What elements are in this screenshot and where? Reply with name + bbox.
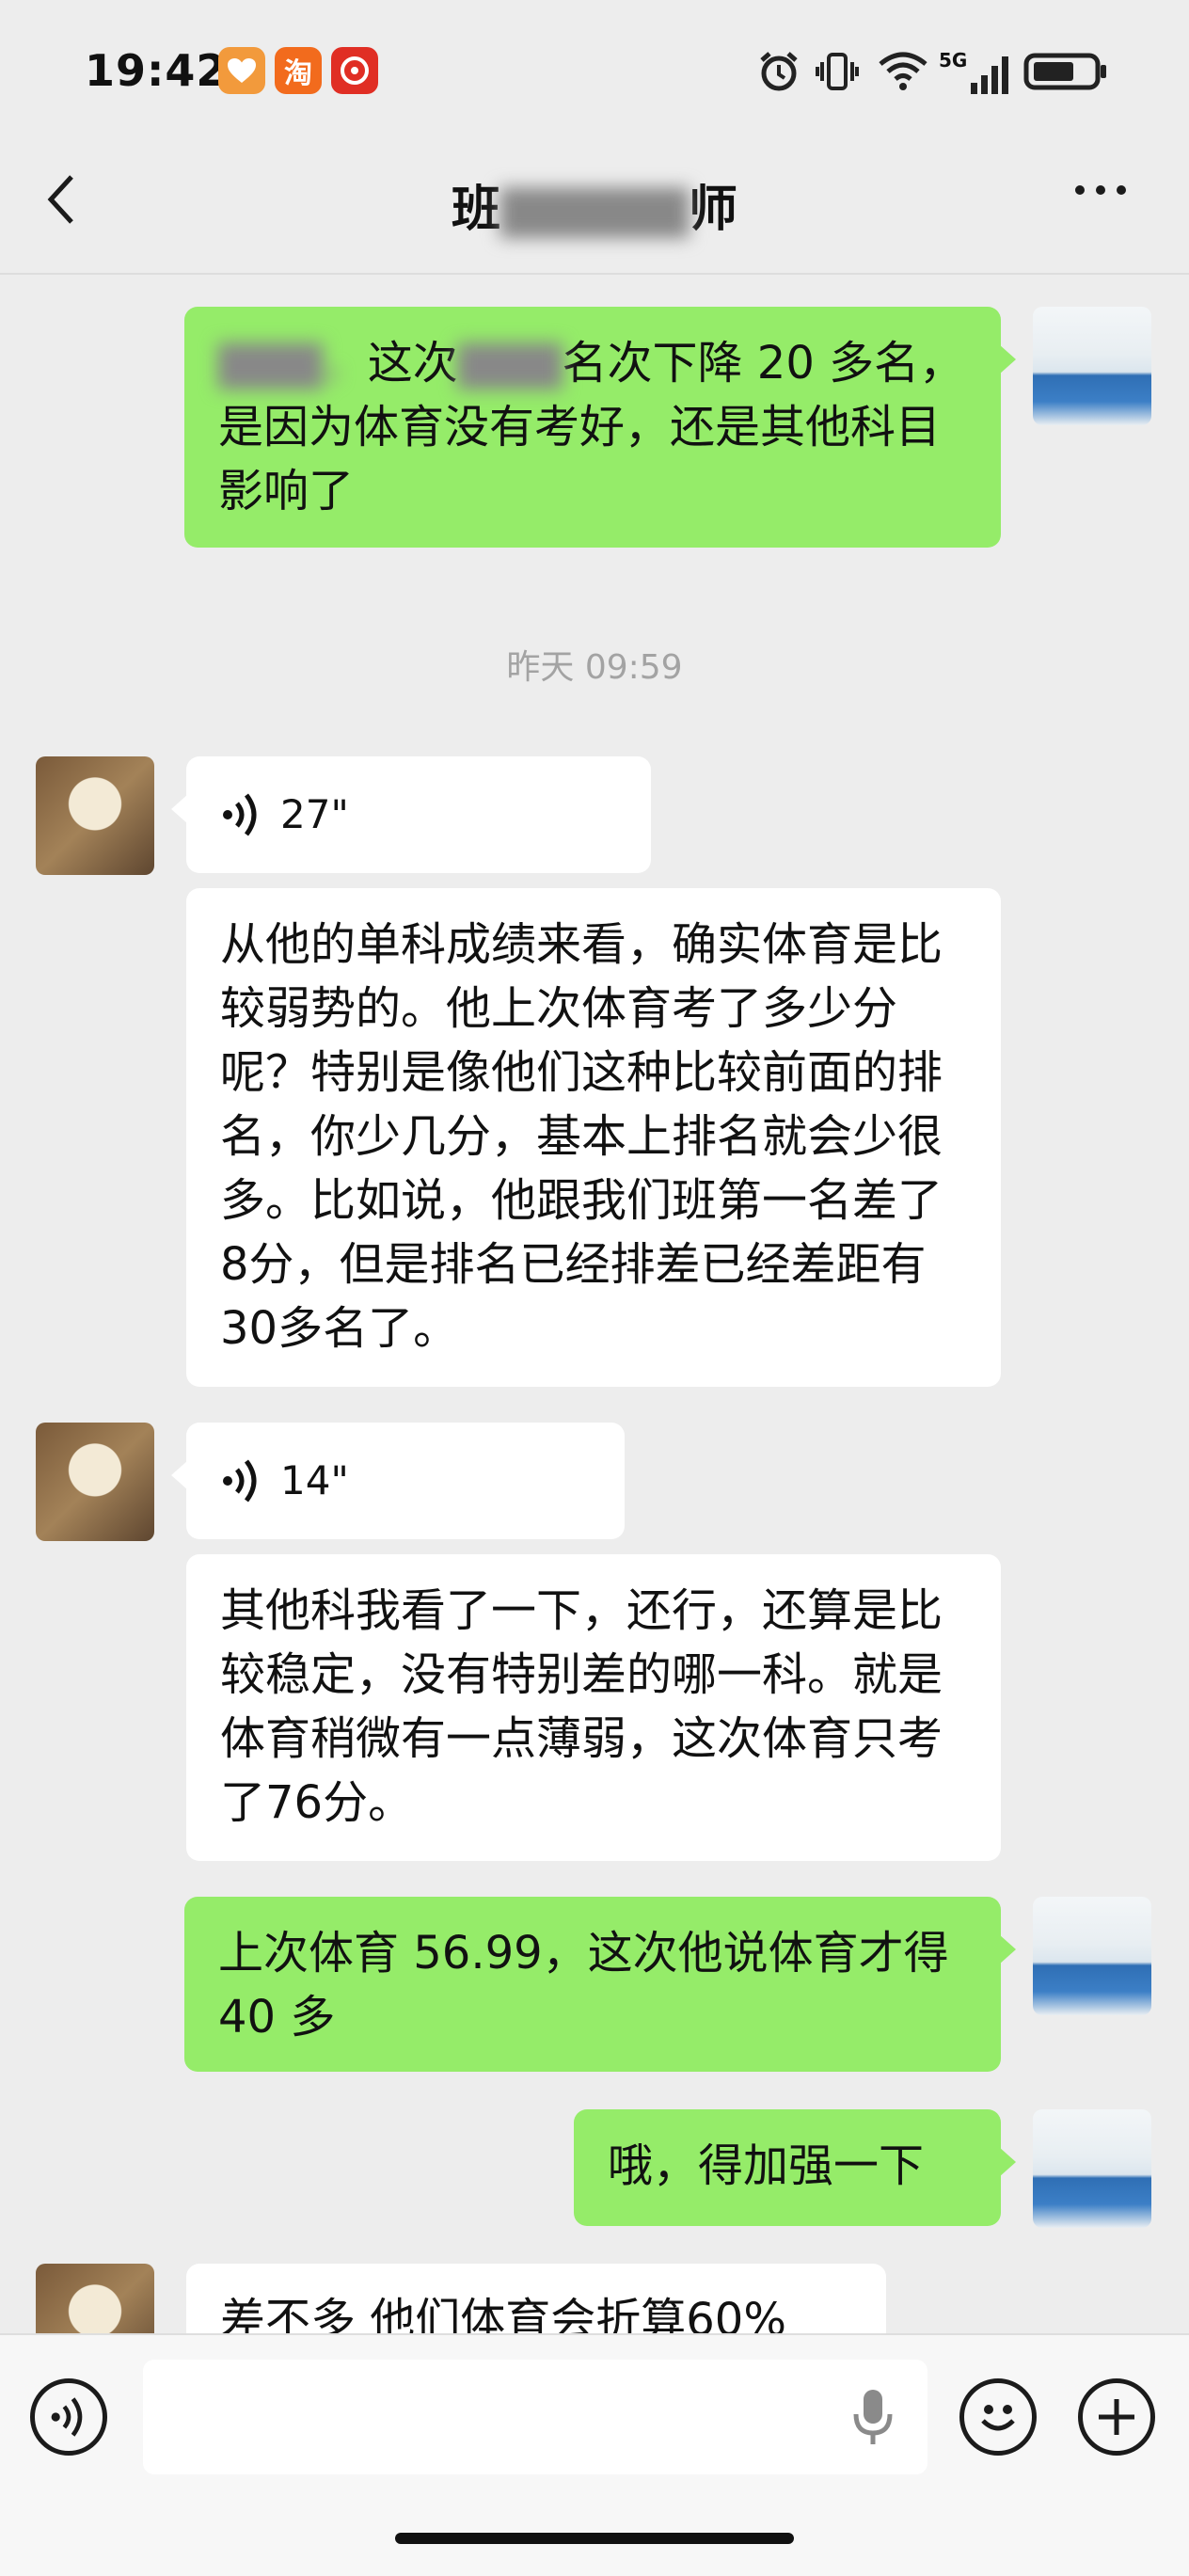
avatar-teacher[interactable] (36, 756, 154, 875)
home-indicator[interactable] (395, 2533, 794, 2544)
bubble-tail (999, 344, 1016, 374)
add-button[interactable] (1078, 2378, 1155, 2456)
message-bubble-self[interactable]: ▇▇▇，这次▇▇▇名次下降 20 多名，是因为体育没有考好，还是其他科目影响了 (184, 307, 1016, 548)
chat-title-text: 班 (452, 182, 501, 238)
wifi-icon (875, 45, 931, 98)
voice-duration: 14" (280, 1457, 349, 1503)
emoji-button[interactable] (959, 2378, 1037, 2456)
bubble-tail (999, 1934, 1016, 1964)
bubble-tail (999, 2147, 1016, 2177)
chat-title-tail: 师 (688, 182, 737, 238)
health-app-icon (218, 47, 265, 94)
bubble-tail (171, 1460, 188, 1490)
taobao-label: 淘 (284, 57, 312, 90)
avatar-self[interactable] (1033, 2109, 1151, 2228)
more-button[interactable] (1070, 179, 1146, 226)
redacted-text: ▇▇▇ (457, 337, 563, 390)
message-text: 这次 (367, 337, 458, 390)
network-type: 5G (939, 49, 968, 72)
bubble-tail (171, 794, 188, 824)
voice-wave-icon (223, 793, 257, 836)
microphone-button[interactable] (850, 2386, 903, 2452)
message-bubble-self[interactable]: 哦，得加强一下 (574, 2109, 1016, 2226)
voice-message[interactable]: 27" (171, 756, 651, 873)
avatar-self[interactable] (1033, 307, 1151, 425)
plus-icon (1099, 2399, 1134, 2435)
avatar-self[interactable] (1033, 1897, 1151, 2015)
message-text: 其他科我看了一下，还行，还算是比较稳定，没有特别差的哪一科。就是体育稍微有一点薄… (220, 1584, 943, 1829)
more-dots-icon (1075, 185, 1126, 195)
smiley-icon (981, 2405, 1015, 2431)
alarm-icon (753, 45, 805, 98)
taobao-app-icon: 淘 (275, 47, 322, 94)
chat-title: 班▇▇▇▇▇师 (0, 169, 1189, 240)
message-text: 从他的单科成绩来看，确实体育是比较弱势的。他上次体育考了多少分呢？特别是像他们这… (220, 918, 943, 1355)
timestamp: 昨天 09:59 (506, 648, 683, 687)
message-input[interactable] (143, 2360, 927, 2474)
redacted-name: ▇▇▇， (218, 337, 368, 390)
message-text: 上次体育 56.99，这次他说体育才得 40 多 (218, 1927, 949, 2043)
redacted-name: ▇▇▇▇▇ (500, 182, 689, 238)
voice-wave-icon (51, 2397, 83, 2437)
message-bubble-self[interactable]: 上次体育 56.99，这次他说体育才得 40 多 (184, 1897, 1016, 2072)
voice-input-button[interactable] (30, 2378, 107, 2456)
signal-5g-icon: 5G (937, 45, 1012, 98)
avatar-teacher[interactable] (36, 1423, 154, 1541)
vibrate-icon (811, 45, 864, 98)
message-bubble-other[interactable]: 其他科我看了一下，还行，还算是比较稳定，没有特别差的哪一科。就是体育稍微有一点薄… (186, 1554, 1001, 1861)
message-text: 哦，得加强一下 (608, 2139, 925, 2192)
battery-icon (1023, 45, 1110, 98)
voice-wave-icon (223, 1459, 257, 1503)
voice-duration: 27" (280, 791, 349, 837)
status-time: 19:42 (85, 45, 228, 96)
voice-message[interactable]: 14" (171, 1423, 625, 1539)
pinduoduo-app-icon (331, 47, 378, 94)
message-bubble-other[interactable]: 从他的单科成绩来看，确实体育是比较弱势的。他上次体育考了多少分呢？特别是像他们这… (186, 888, 1001, 1387)
microphone-icon (853, 2390, 893, 2444)
